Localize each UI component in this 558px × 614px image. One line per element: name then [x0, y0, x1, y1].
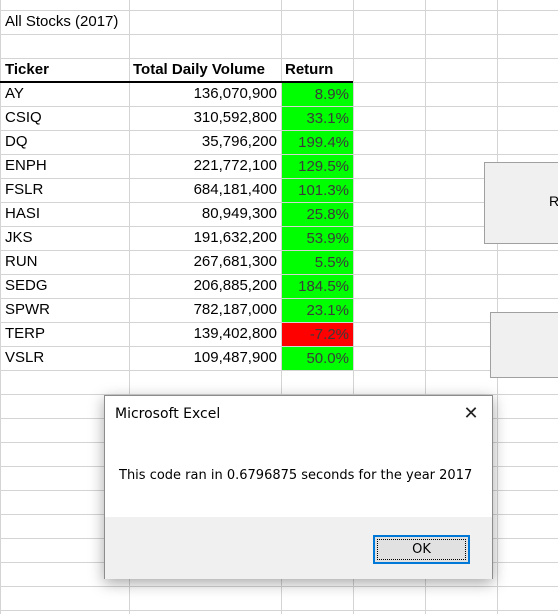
volume-cell[interactable]: 684,181,400: [129, 178, 281, 202]
volume-cell[interactable]: 782,187,000: [129, 298, 281, 322]
header-total-daily-volume[interactable]: Total Daily Volume: [129, 58, 283, 82]
return-cell[interactable]: 23.1%: [282, 299, 353, 322]
close-icon[interactable]: ✕: [462, 404, 480, 422]
ticker-cell[interactable]: AY: [1, 82, 129, 106]
ticker-cell[interactable]: DQ: [1, 130, 129, 154]
column-header-a: [60, 0, 80, 5]
volume-cell[interactable]: 35,796,200: [129, 130, 281, 154]
volume-cell[interactable]: 191,632,200: [129, 226, 281, 250]
volume-cell[interactable]: 221,772,100: [129, 154, 281, 178]
volume-cell[interactable]: 109,487,900: [129, 346, 281, 370]
ticker-cell[interactable]: ENPH: [1, 154, 129, 178]
return-cell[interactable]: 199.4%: [282, 131, 353, 154]
ticker-cell[interactable]: FSLR: [1, 178, 129, 202]
ok-button[interactable]: OK: [373, 535, 470, 564]
volume-cell[interactable]: 80,949,300: [129, 202, 281, 226]
return-cell[interactable]: -7.2%: [282, 323, 353, 346]
return-cell[interactable]: 50.0%: [282, 347, 353, 370]
volume-cell[interactable]: 310,592,800: [129, 106, 281, 130]
dialog-title: Microsoft Excel: [115, 406, 221, 422]
ticker-cell[interactable]: TERP: [1, 322, 129, 346]
header-ticker[interactable]: Ticker: [1, 58, 129, 82]
ticker-cell[interactable]: RUN: [1, 250, 129, 274]
dialog-footer: OK: [105, 517, 492, 579]
grid-vline: [497, 0, 498, 614]
volume-cell[interactable]: 206,885,200: [129, 274, 281, 298]
return-cell[interactable]: 33.1%: [282, 107, 353, 130]
grid-hline: [0, 34, 558, 35]
macro-button-partial[interactable]: R: [484, 162, 558, 244]
volume-cell[interactable]: 136,070,900: [129, 82, 281, 106]
ticker-cell[interactable]: HASI: [1, 202, 129, 226]
dialog-message: This code ran in 0.6796875 seconds for t…: [119, 468, 473, 483]
ticker-cell[interactable]: SPWR: [1, 298, 129, 322]
ticker-cell[interactable]: SEDG: [1, 274, 129, 298]
ticker-cell[interactable]: JKS: [1, 226, 129, 250]
ticker-cell[interactable]: CSIQ: [1, 106, 129, 130]
return-cell[interactable]: 184.5%: [282, 275, 353, 298]
return-cell[interactable]: 25.8%: [282, 203, 353, 226]
macro-button-label: R: [549, 193, 558, 209]
header-return[interactable]: Return: [281, 58, 353, 82]
volume-cell[interactable]: 267,681,300: [129, 250, 281, 274]
return-cell[interactable]: 129.5%: [282, 155, 353, 178]
return-cell[interactable]: 53.9%: [282, 227, 353, 250]
message-dialog: Microsoft Excel ✕ This code ran in 0.679…: [104, 395, 493, 579]
macro-button-partial-2[interactable]: [490, 312, 558, 378]
return-cell[interactable]: 5.5%: [282, 251, 353, 274]
grid-hline: [0, 610, 558, 611]
return-cell[interactable]: 101.3%: [282, 179, 353, 202]
grid-hline: [0, 370, 558, 371]
grid-hline: [0, 586, 558, 587]
ticker-cell[interactable]: VSLR: [1, 346, 129, 370]
volume-cell[interactable]: 139,402,800: [129, 322, 281, 346]
sheet-title-cell[interactable]: All Stocks (2017): [1, 10, 129, 34]
return-cell[interactable]: 8.9%: [282, 83, 353, 106]
